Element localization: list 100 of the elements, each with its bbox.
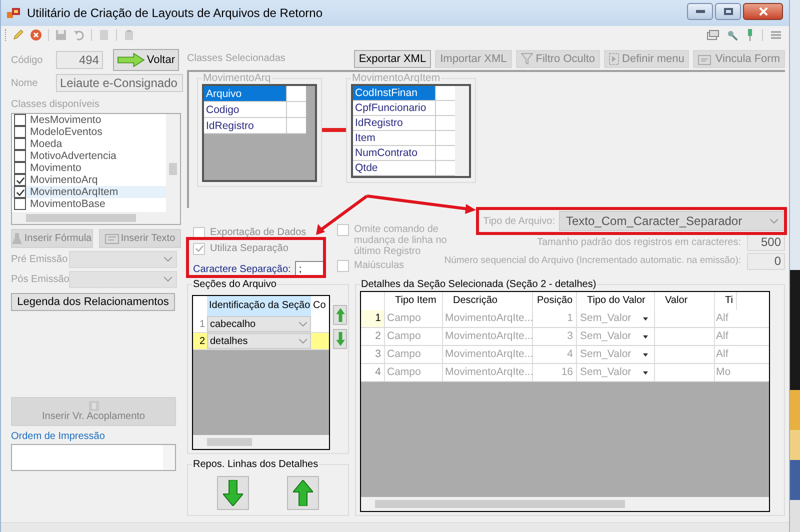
menu-icon[interactable] <box>771 30 781 40</box>
document-icon <box>86 400 100 410</box>
checkbox[interactable] <box>14 162 26 174</box>
cancel-icon[interactable] <box>30 29 42 41</box>
key-icon[interactable] <box>727 30 738 40</box>
class-list-item[interactable]: MotivoAdvertencia <box>12 150 166 162</box>
checkbox-label: Omite comando de mudança de linha no último Registro <box>354 224 447 257</box>
field-label: Tipo de Arquivo: <box>483 214 555 228</box>
text-box-icon <box>104 234 119 244</box>
field-label: Caractere Separação: <box>193 263 291 277</box>
dropdown-arrow-icon <box>643 316 648 320</box>
right-arrow-icon <box>117 53 145 67</box>
move-up-button[interactable] <box>333 305 347 325</box>
class-name: MotivoAdvertencia <box>30 150 116 162</box>
down-arrow-icon <box>223 480 243 506</box>
clipboard-icon[interactable] <box>123 29 135 41</box>
table-cell: Campo <box>385 346 443 363</box>
section-dropdown[interactable]: detalhes <box>207 333 311 349</box>
class-list-item[interactable]: MovimentoArq <box>12 174 166 186</box>
row-number: 1 <box>198 318 206 332</box>
checkbox[interactable] <box>14 186 26 198</box>
class-list-item[interactable]: Movimento <box>12 162 166 174</box>
pin-icon[interactable] <box>746 29 754 41</box>
group-title: Seções do Arquivo <box>192 279 278 291</box>
vertical-scrollbar[interactable] <box>455 86 469 176</box>
horizontal-scrollbar[interactable] <box>193 435 329 449</box>
table-cell: MovimentoArqIte... <box>443 346 533 363</box>
up-arrow-icon <box>336 308 344 322</box>
checkbox-label: Maiúsculas <box>354 260 404 271</box>
field-label: Código <box>11 54 44 68</box>
group-title: Repos. Linhas dos Detalhes <box>192 459 320 471</box>
codigo-field[interactable]: 494 <box>56 51 103 69</box>
voltar-button[interactable]: Voltar <box>113 49 179 71</box>
field-label: Pós Emissão <box>11 273 69 287</box>
form-icon <box>698 53 712 65</box>
window-title: Utilitário de Criação de Layouts de Arquivos de Retorno <box>27 5 322 22</box>
class-name: ModeloEventos <box>30 126 102 138</box>
sequencial-field[interactable]: 0 <box>747 253 785 270</box>
table-cell-text: Alf <box>715 329 730 344</box>
move-up-button[interactable] <box>287 476 319 510</box>
tamanho-field[interactable]: 500 <box>747 234 785 251</box>
save-icon[interactable] <box>55 29 67 41</box>
toolbar-button[interactable]: Exportar XML <box>354 50 432 68</box>
checkbox[interactable] <box>14 114 26 126</box>
row-number: 4 <box>361 364 385 381</box>
windows-icon[interactable] <box>707 30 719 40</box>
table-cell: MovimentoArqIte... <box>443 310 533 327</box>
section-row[interactable]: 2 detalhes <box>193 333 329 350</box>
app-icon <box>7 7 21 19</box>
detail-row[interactable]: 4 Campo MovimentoArqIte... 16 Sem_Valor Mo <box>361 364 769 382</box>
section-row[interactable]: 1 cabecalho <box>193 316 329 333</box>
table-cell: 3 <box>533 328 577 345</box>
class-list-item[interactable]: MovimentoBase <box>12 198 166 210</box>
undo-icon[interactable] <box>73 29 85 41</box>
field-label: Nome <box>11 76 39 90</box>
group-title: Detalhes da Seção Selecionada (Seção 2 - detalhes) <box>360 279 598 291</box>
move-down-button[interactable] <box>217 476 249 510</box>
horizontal-scrollbar[interactable] <box>361 497 769 511</box>
close-button[interactable] <box>743 2 783 20</box>
class-name: Movimento <box>30 162 82 174</box>
checkbox-label: Utiliza Separação <box>210 242 288 256</box>
move-down-button[interactable] <box>333 329 347 349</box>
field-row[interactable]: Arquivo <box>204 86 286 101</box>
table-cell: MovimentoArqIte... <box>443 364 533 381</box>
pencil-icon[interactable] <box>12 29 24 41</box>
field-row[interactable]: CodInstFinan <box>353 86 436 100</box>
cursor-icon <box>609 53 620 65</box>
maximize-button[interactable] <box>715 2 741 20</box>
class-list-item[interactable]: MesMovimento <box>12 114 166 126</box>
checkmark-icon <box>194 244 204 253</box>
table-cell-text: Alf <box>715 347 730 362</box>
group-title: MovimentoArqItem <box>351 72 442 84</box>
row-number: 2 <box>193 333 207 349</box>
class-name: Moeda <box>30 138 62 150</box>
horizontal-scrollbar[interactable] <box>12 212 180 224</box>
ordem-impressao-field[interactable] <box>11 444 176 471</box>
dropdown-arrow-icon <box>643 352 648 356</box>
checkbox[interactable] <box>14 150 26 162</box>
nome-field[interactable]: Leiaute e-Consignado <box>56 74 183 92</box>
checkbox[interactable] <box>14 198 26 210</box>
tipo-arquivo-dropdown[interactable]: Texto_Com_Caracter_Separador <box>559 211 785 231</box>
detail-row[interactable]: 3 Campo MovimentoArqIte... 4 Sem_Valor Alf <box>361 346 769 364</box>
up-arrow-icon <box>293 480 313 506</box>
checkbox[interactable] <box>14 126 26 138</box>
table-cell: Campo <box>385 364 443 381</box>
class-list-item[interactable]: MovimentoArqItem <box>12 186 166 198</box>
class-list-item[interactable]: Moeda <box>12 138 166 150</box>
class-list-item[interactable]: ModeloEventos <box>12 126 166 138</box>
vertical-scrollbar[interactable] <box>166 114 180 212</box>
checkbox[interactable] <box>14 138 26 150</box>
detail-row[interactable]: 2 Campo MovimentoArqIte... 3 Sem_Valor Alf <box>361 328 769 346</box>
class-name: MesMovimento <box>30 114 102 126</box>
checkbox[interactable] <box>14 174 26 186</box>
column-header: Identificação da Seção <box>207 296 311 316</box>
minimize-button[interactable] <box>687 2 713 20</box>
checkbox-label: Exportação de Dados <box>210 226 306 240</box>
legenda-button[interactable]: Legenda dos Relacionamentos <box>11 293 175 311</box>
dropdown-arrow-icon <box>643 334 648 338</box>
detail-row[interactable]: 1 Campo MovimentoArqIte... 1 Sem_Valor Alf <box>361 310 769 328</box>
section-dropdown[interactable]: cabecalho <box>207 316 311 332</box>
